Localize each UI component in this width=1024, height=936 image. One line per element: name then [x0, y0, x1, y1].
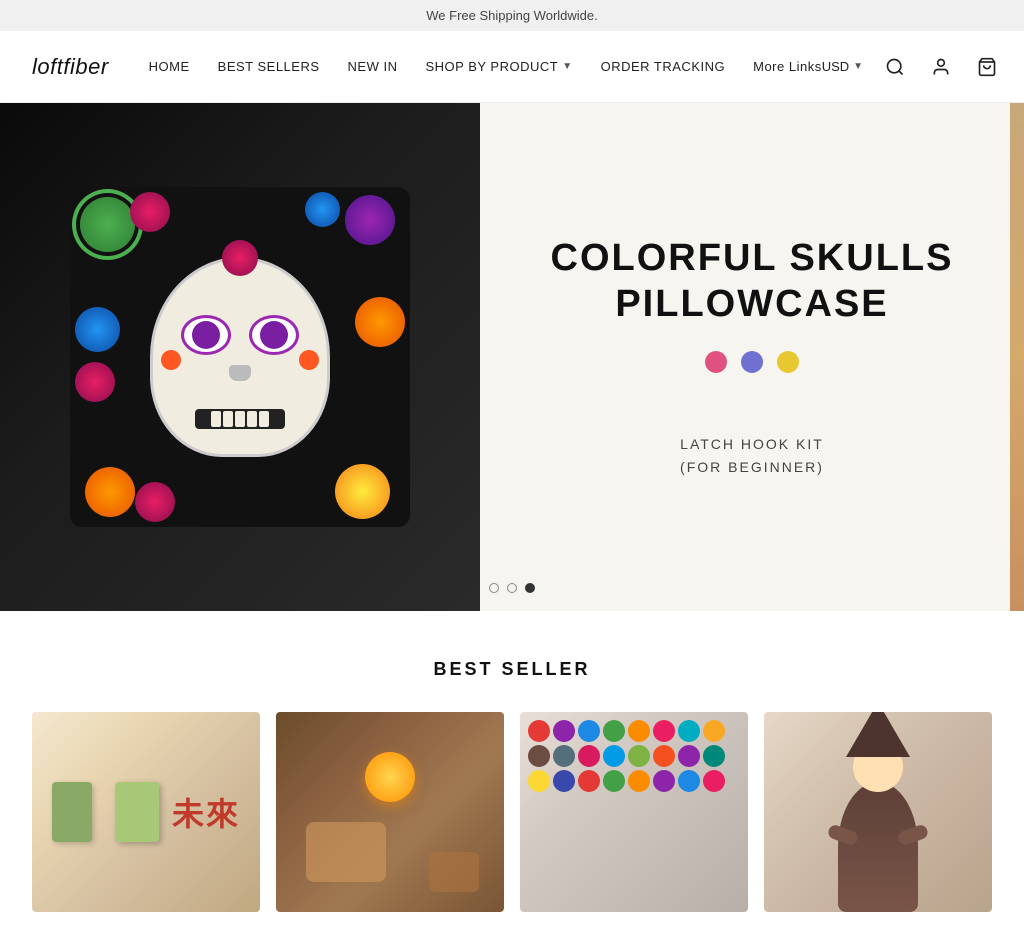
- account-icon: [931, 57, 951, 77]
- product-card-2[interactable]: [276, 712, 504, 912]
- stuffed-animals-grid: [520, 712, 748, 912]
- cart-button[interactable]: [973, 53, 1001, 81]
- currency-selector[interactable]: USD ▼: [822, 59, 863, 74]
- best-seller-title: BEST SELLER: [32, 659, 992, 680]
- slide-dot-2[interactable]: [507, 583, 517, 593]
- search-button[interactable]: [881, 53, 909, 81]
- hero-slide-indicators[interactable]: [489, 583, 535, 593]
- hero-image-section: [0, 103, 480, 611]
- hero-subtitle: LATCH HOOK KIT (FOR BEGINNER): [680, 433, 824, 478]
- cart-icon: [977, 57, 997, 77]
- nav-item-order-tracking[interactable]: ORDER TRACKING: [601, 59, 726, 74]
- nav-actions: USD ▼: [822, 53, 1001, 81]
- product-card-4[interactable]: [764, 712, 992, 912]
- products-grid: [32, 712, 992, 912]
- hero-side-strip: [1010, 103, 1024, 611]
- main-nav: HOME BEST SELLERS NEW IN SHOP BY PRODUCT…: [149, 59, 822, 74]
- product-image-2: [276, 712, 504, 912]
- best-seller-section: BEST SELLER: [0, 611, 1024, 936]
- nav-item-shop-by-product[interactable]: SHOP BY PRODUCT ▼: [425, 59, 572, 74]
- slide-dot-1[interactable]: [489, 583, 499, 593]
- nav-item-new-in[interactable]: NEW IN: [348, 59, 398, 74]
- hero-background: [0, 103, 480, 611]
- color-swatches: [705, 351, 799, 373]
- currency-chevron-icon: ▼: [853, 61, 863, 72]
- chevron-down-icon: ▼: [562, 61, 572, 72]
- search-icon: [885, 57, 905, 77]
- nav-item-more-links[interactable]: More Links: [753, 59, 822, 74]
- nav-item-best-sellers[interactable]: BEST SELLERS: [218, 59, 320, 74]
- color-dot-purple: [741, 351, 763, 373]
- product-image-1: [32, 712, 260, 912]
- product-image-3: [520, 712, 748, 912]
- product-card-3[interactable]: [520, 712, 748, 912]
- slide-dot-3[interactable]: [525, 583, 535, 593]
- currency-label: USD: [822, 59, 849, 74]
- hero-text-section: COLORFUL SKULLS PILLOWCASE LATCH HOOK KI…: [480, 103, 1024, 611]
- color-dot-pink: [705, 351, 727, 373]
- site-logo[interactable]: loftfiber: [32, 54, 109, 80]
- site-header: loftfiber HOME BEST SELLERS NEW IN SHOP …: [0, 31, 1024, 103]
- nav-item-home[interactable]: HOME: [149, 59, 190, 74]
- color-dot-yellow: [777, 351, 799, 373]
- announcement-text: We Free Shipping Worldwide.: [426, 8, 598, 23]
- product-card-1[interactable]: [32, 712, 260, 912]
- hero-banner: COLORFUL SKULLS PILLOWCASE LATCH HOOK KI…: [0, 103, 1024, 611]
- announcement-bar: We Free Shipping Worldwide.: [0, 0, 1024, 31]
- account-button[interactable]: [927, 53, 955, 81]
- product-image-4: [764, 712, 992, 912]
- hero-title: COLORFUL SKULLS PILLOWCASE: [551, 236, 954, 327]
- skull-pillow-image: [70, 187, 410, 527]
